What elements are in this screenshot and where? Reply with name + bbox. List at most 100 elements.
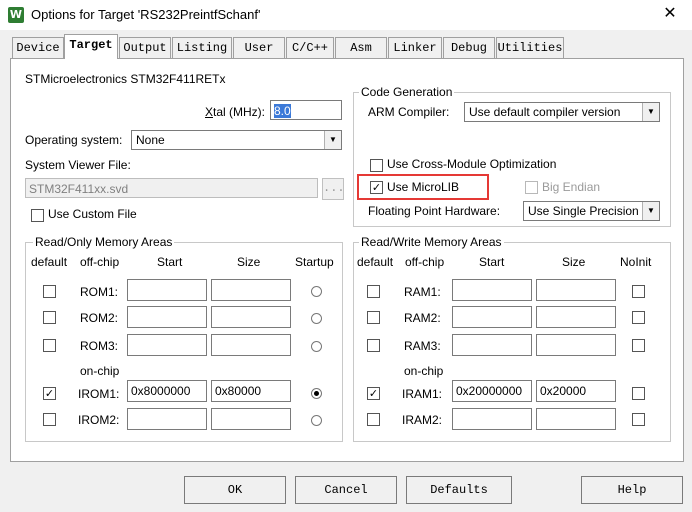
tab-c-cpp[interactable]: C/C++ (286, 37, 334, 58)
chevron-down-icon: ▼ (642, 103, 659, 121)
ram-start-input[interactable]: 0x20000000 (452, 380, 532, 402)
rom-header-offchip: off-chip (80, 255, 120, 269)
fp-label: Floating Point Hardware: (368, 204, 501, 218)
tab-asm[interactable]: Asm (335, 37, 387, 58)
rom-startup-radio[interactable] (311, 286, 322, 297)
tab-device[interactable]: Device (12, 37, 64, 58)
ok-button[interactable]: OK (184, 476, 286, 504)
defaults-button[interactable]: Defaults (406, 476, 512, 504)
rom-start-input[interactable]: 0x8000000 (127, 380, 207, 402)
ram-onchip-label: on-chip (404, 364, 444, 378)
ram-row-label: RAM2: (404, 311, 441, 325)
iram1-default-checkbox[interactable]: ✓ (367, 387, 380, 400)
chevron-down-icon: ▼ (642, 202, 659, 220)
tab-linker[interactable]: Linker (388, 37, 442, 58)
rom-size-input[interactable]: 0x80000 (211, 380, 291, 402)
rom-default-checkbox[interactable] (43, 413, 56, 426)
rom-startup-radio[interactable] (311, 313, 322, 324)
ram-default-checkbox[interactable] (367, 311, 380, 324)
ram-row-label: IRAM1: (402, 387, 443, 401)
rom-default-checkbox[interactable] (43, 285, 56, 298)
ram-header-noinit: NoInit (620, 255, 652, 269)
help-button[interactable]: Help (581, 476, 683, 504)
os-select[interactable]: None ▼ (131, 130, 342, 150)
compiler-label: ARM Compiler: (368, 105, 450, 119)
ram-start-input[interactable] (452, 334, 532, 356)
rom-header-size: Size (237, 255, 261, 269)
ram-header-size: Size (562, 255, 586, 269)
ram-noinit-checkbox[interactable] (632, 387, 645, 400)
ram-header-start: Start (479, 255, 505, 269)
cross-module-checkbox[interactable] (370, 159, 383, 172)
custom-file-label: Use Custom File (48, 207, 137, 221)
custom-file-checkbox[interactable] (31, 209, 44, 222)
irom1-startup-radio[interactable] (311, 388, 322, 399)
sysview-input[interactable]: STM32F411xx.svd (25, 178, 318, 198)
codegen-title: Code Generation (359, 85, 455, 99)
cancel-button[interactable]: Cancel (295, 476, 397, 504)
ram-size-input[interactable] (536, 408, 616, 430)
rom-start-input[interactable] (127, 334, 207, 356)
cross-module-label: Use Cross-Module Optimization (387, 157, 557, 171)
rom-header-default: default (31, 255, 68, 269)
big-endian-checkbox[interactable] (525, 181, 538, 194)
rom-start-input[interactable] (127, 279, 207, 301)
rom-size-input[interactable] (211, 334, 291, 356)
fp-select[interactable]: Use Single Precision ▼ (523, 201, 660, 221)
ram-default-checkbox[interactable] (367, 413, 380, 426)
ram-row-label: RAM1: (404, 285, 441, 299)
big-endian-label: Big Endian (542, 180, 601, 194)
rom-start-input[interactable] (127, 408, 207, 430)
rom-row-label: ROM3: (80, 339, 119, 353)
rom-size-input[interactable] (211, 408, 291, 430)
ram-noinit-checkbox[interactable] (632, 339, 645, 352)
tab-debug[interactable]: Debug (443, 37, 495, 58)
xtal-input[interactable]: 8.0 (270, 100, 342, 120)
compiler-select[interactable]: Use default compiler version ▼ (464, 102, 660, 122)
ram-title: Read/Write Memory Areas (359, 235, 504, 249)
rom-header-startup: Startup (295, 255, 334, 269)
rom-size-input[interactable] (211, 306, 291, 328)
tab-target[interactable]: Target (64, 34, 118, 59)
os-value: None (136, 133, 165, 147)
compiler-value: Use default compiler version (469, 105, 621, 119)
ram-default-checkbox[interactable] (367, 339, 380, 352)
ram-noinit-checkbox[interactable] (632, 311, 645, 324)
browse-button[interactable]: ... (322, 178, 345, 200)
ram-start-input[interactable] (452, 408, 532, 430)
close-icon[interactable]: ✕ (660, 4, 680, 24)
ram-size-input[interactable]: 0x20000 (536, 380, 616, 402)
tab-utilities[interactable]: Utilities (496, 37, 564, 58)
rom-default-checkbox[interactable] (43, 311, 56, 324)
ram-default-checkbox[interactable] (367, 285, 380, 298)
uvision-icon: W (8, 7, 24, 23)
irom1-default-checkbox[interactable]: ✓ (43, 387, 56, 400)
rom-row-label: IROM2: (78, 413, 120, 427)
window-title: Options for Target 'RS232PreintfSchanf' (31, 7, 261, 22)
xtal-label: Xtal (MHz): (205, 105, 266, 119)
microlib-checkbox[interactable]: ✓ (370, 181, 383, 194)
microlib-label: Use MicroLIB (387, 180, 460, 194)
ram-row-label: RAM3: (404, 339, 441, 353)
ram-noinit-checkbox[interactable] (632, 413, 645, 426)
rom-startup-radio[interactable] (311, 341, 322, 352)
ram-start-input[interactable] (452, 306, 532, 328)
rom-startup-radio[interactable] (311, 415, 322, 426)
fp-value: Use Single Precision (528, 204, 639, 218)
tab-user[interactable]: User (233, 37, 285, 58)
ram-noinit-checkbox[interactable] (632, 285, 645, 298)
rom-default-checkbox[interactable] (43, 339, 56, 352)
ram-size-input[interactable] (536, 279, 616, 301)
ram-start-input[interactable] (452, 279, 532, 301)
chevron-down-icon: ▼ (324, 131, 341, 149)
os-label: Operating system: (25, 133, 123, 147)
tab-output[interactable]: Output (119, 37, 171, 58)
tab-listing[interactable]: Listing (172, 37, 232, 58)
rom-start-input[interactable] (127, 306, 207, 328)
rom-size-input[interactable] (211, 279, 291, 301)
ram-size-input[interactable] (536, 306, 616, 328)
ram-size-input[interactable] (536, 334, 616, 356)
rom-row-label: IROM1: (78, 387, 120, 401)
ram-header-offchip: off-chip (405, 255, 445, 269)
ram-row-label: IRAM2: (402, 413, 443, 427)
